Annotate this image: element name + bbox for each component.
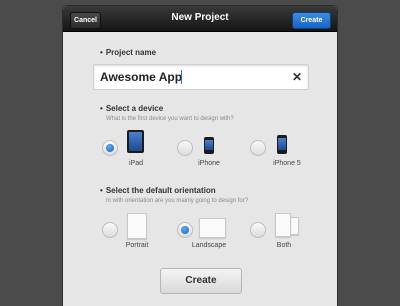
landscape-icon [199,218,226,238]
orientation-section-label: • Select the default orientation [100,186,216,195]
text-caret [181,70,182,84]
iphone-label: iPhone [198,160,220,167]
device-section-subtitle: What is the first device you want to des… [106,116,234,122]
landscape-label: Landscape [191,242,227,249]
project-name-value: Awesome App [100,70,183,84]
project-name-input[interactable]: Awesome App ✕ [93,64,309,90]
ipad-label: iPad [128,160,143,167]
ipad-radio[interactable] [102,140,118,156]
both-radio[interactable] [250,222,266,238]
project-name-label: • Project name [100,48,157,57]
iphone5-label: iPhone 5 [273,160,301,167]
iphone5-radio[interactable] [250,140,266,156]
portrait-radio[interactable] [102,222,118,238]
create-button-top[interactable]: Create [292,12,331,29]
create-button[interactable]: Create [160,268,242,294]
portrait-label: Portrait [125,242,149,249]
orientation-section-subtitle: In with orientation are you mainly going… [106,198,249,204]
device-section-label: • Select a device [100,104,164,113]
ipad-icon [127,130,144,153]
both-label: Both [276,242,292,249]
iphone-icon [204,137,214,154]
portrait-icon [127,213,147,239]
landscape-radio[interactable] [177,222,193,238]
clear-icon[interactable]: ✕ [292,70,302,84]
iphone-radio[interactable] [177,140,193,156]
title-bar: Cancel New Project Create [63,6,337,32]
new-project-dialog: Cancel New Project Create • Project name … [63,6,337,306]
iphone5-icon [277,135,287,154]
